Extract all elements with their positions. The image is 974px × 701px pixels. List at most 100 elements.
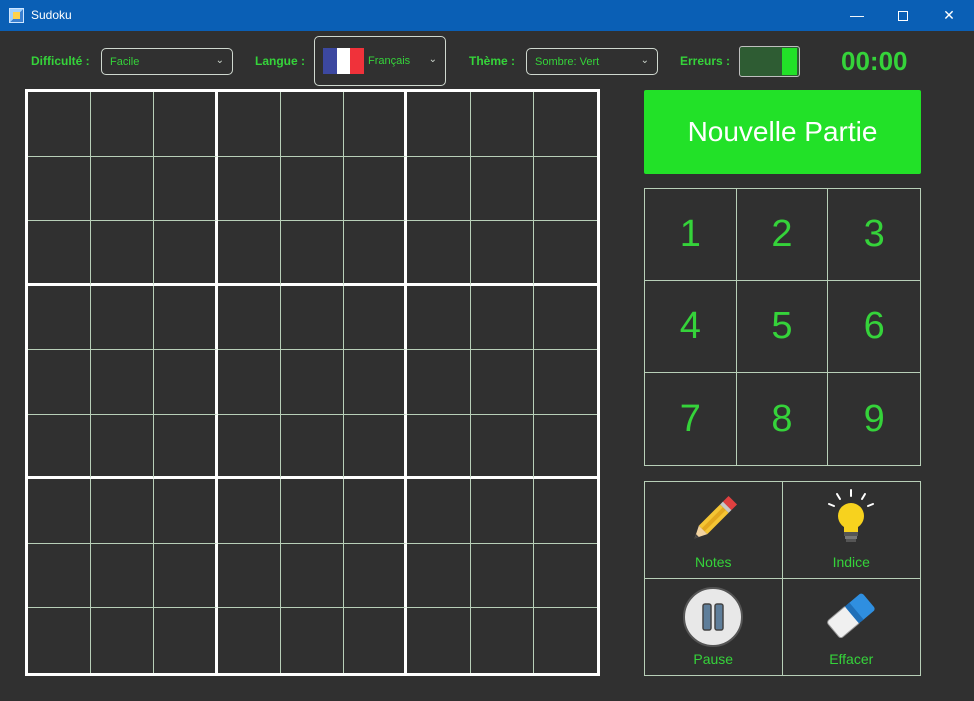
board-cell[interactable]	[407, 479, 471, 544]
board-cell[interactable]	[217, 543, 281, 609]
board-cell[interactable]	[407, 543, 471, 609]
board-cell[interactable]	[533, 479, 597, 544]
board-cell[interactable]	[344, 543, 408, 609]
board-cell[interactable]	[91, 156, 155, 222]
board-cell[interactable]	[217, 221, 281, 286]
number-button-3[interactable]: 3	[828, 189, 920, 281]
number-button-8[interactable]: 8	[737, 373, 829, 465]
board-cell[interactable]	[533, 157, 597, 222]
board-cell[interactable]	[280, 156, 345, 222]
board-cell[interactable]	[533, 286, 597, 351]
board-cell[interactable]	[280, 285, 345, 351]
board-cell[interactable]	[470, 156, 534, 222]
board-cell[interactable]	[91, 414, 155, 480]
board-cell[interactable]	[91, 479, 155, 544]
board-cell[interactable]	[407, 221, 471, 286]
board-cell[interactable]	[217, 414, 281, 480]
number-button-4[interactable]: 4	[645, 281, 737, 373]
board-cell[interactable]	[533, 544, 597, 609]
board-cell[interactable]	[344, 608, 408, 673]
board-cell[interactable]	[218, 608, 281, 673]
board-cell[interactable]	[154, 92, 218, 157]
board-cell[interactable]	[470, 479, 534, 544]
board-cell[interactable]	[280, 543, 345, 609]
board-cell[interactable]	[280, 221, 345, 286]
board-cell[interactable]	[470, 543, 534, 609]
hint-button[interactable]: Indice	[782, 482, 920, 579]
board-cell[interactable]	[28, 92, 92, 157]
board-cell[interactable]	[407, 92, 471, 157]
theme-select[interactable]: Sombre: Vert ⌄	[526, 48, 658, 75]
board-cell[interactable]	[28, 479, 92, 544]
board-cell[interactable]	[471, 608, 534, 673]
board-cell[interactable]	[154, 350, 218, 415]
board-cell[interactable]	[154, 221, 218, 286]
board-cell[interactable]	[91, 285, 155, 351]
difficulty-select[interactable]: Facile ⌄	[101, 48, 233, 75]
number-button-5[interactable]: 5	[736, 281, 829, 373]
board-cell[interactable]	[28, 543, 92, 609]
board-cell[interactable]	[280, 479, 345, 544]
board-cell[interactable]	[407, 608, 471, 673]
board-cell[interactable]	[217, 479, 281, 544]
board-cell[interactable]	[28, 414, 92, 480]
board-cell[interactable]	[407, 414, 471, 480]
board-cell[interactable]	[28, 608, 92, 673]
board-cell[interactable]	[407, 350, 471, 415]
board-cell[interactable]	[91, 221, 155, 286]
board-cell[interactable]	[217, 350, 281, 415]
board-cell[interactable]	[533, 415, 597, 480]
board-cell[interactable]	[91, 543, 155, 609]
pause-button[interactable]: Pause	[645, 578, 783, 675]
board-cell[interactable]	[28, 221, 92, 286]
board-cell[interactable]	[344, 479, 408, 544]
number-button-9[interactable]: 9	[828, 373, 920, 465]
board-cell[interactable]	[217, 156, 281, 222]
board-cell[interactable]	[344, 285, 408, 351]
board-cell[interactable]	[344, 221, 408, 286]
board-cell[interactable]	[281, 608, 345, 673]
board-cell[interactable]	[534, 608, 597, 673]
board-cell[interactable]	[533, 221, 597, 286]
board-cell[interactable]	[154, 608, 218, 673]
board-cell[interactable]	[470, 414, 534, 480]
board-cell[interactable]	[28, 350, 92, 415]
board-cell[interactable]	[470, 92, 534, 157]
board-cell[interactable]	[407, 156, 471, 222]
board-cell[interactable]	[154, 479, 218, 544]
board-cell[interactable]	[91, 92, 155, 157]
board-cell[interactable]	[91, 608, 155, 673]
number-button-2[interactable]: 2	[736, 189, 829, 281]
board-cell[interactable]	[154, 156, 218, 222]
board-cell[interactable]	[344, 414, 408, 480]
board-cell[interactable]	[154, 543, 218, 609]
maximize-button[interactable]	[880, 0, 926, 31]
board-cell[interactable]	[470, 221, 534, 286]
board-cell[interactable]	[154, 414, 218, 480]
board-cell[interactable]	[533, 92, 597, 157]
number-button-7[interactable]: 7	[645, 373, 737, 465]
notes-button[interactable]: Notes	[645, 482, 783, 579]
new-game-button[interactable]: Nouvelle Partie	[644, 90, 921, 174]
board-cell[interactable]	[91, 350, 155, 415]
board-cell[interactable]	[533, 350, 597, 415]
board-cell[interactable]	[344, 350, 408, 415]
board-cell[interactable]	[280, 92, 345, 157]
board-cell[interactable]	[344, 92, 408, 157]
board-cell[interactable]	[28, 156, 92, 222]
board-cell[interactable]	[407, 285, 471, 351]
board-cell[interactable]	[217, 285, 281, 351]
number-button-1[interactable]: 1	[645, 189, 737, 281]
board-cell[interactable]	[154, 285, 218, 351]
errors-toggle[interactable]	[739, 46, 800, 77]
language-select[interactable]: Français ⌄	[314, 36, 446, 86]
board-cell[interactable]	[217, 92, 281, 157]
board-cell[interactable]	[280, 350, 345, 415]
board-cell[interactable]	[344, 156, 408, 222]
board-cell[interactable]	[470, 285, 534, 351]
number-button-6[interactable]: 6	[828, 281, 920, 373]
board-cell[interactable]	[470, 350, 534, 415]
board-cell[interactable]	[28, 285, 92, 351]
erase-button[interactable]: Effacer	[783, 579, 921, 676]
board-cell[interactable]	[280, 414, 345, 480]
